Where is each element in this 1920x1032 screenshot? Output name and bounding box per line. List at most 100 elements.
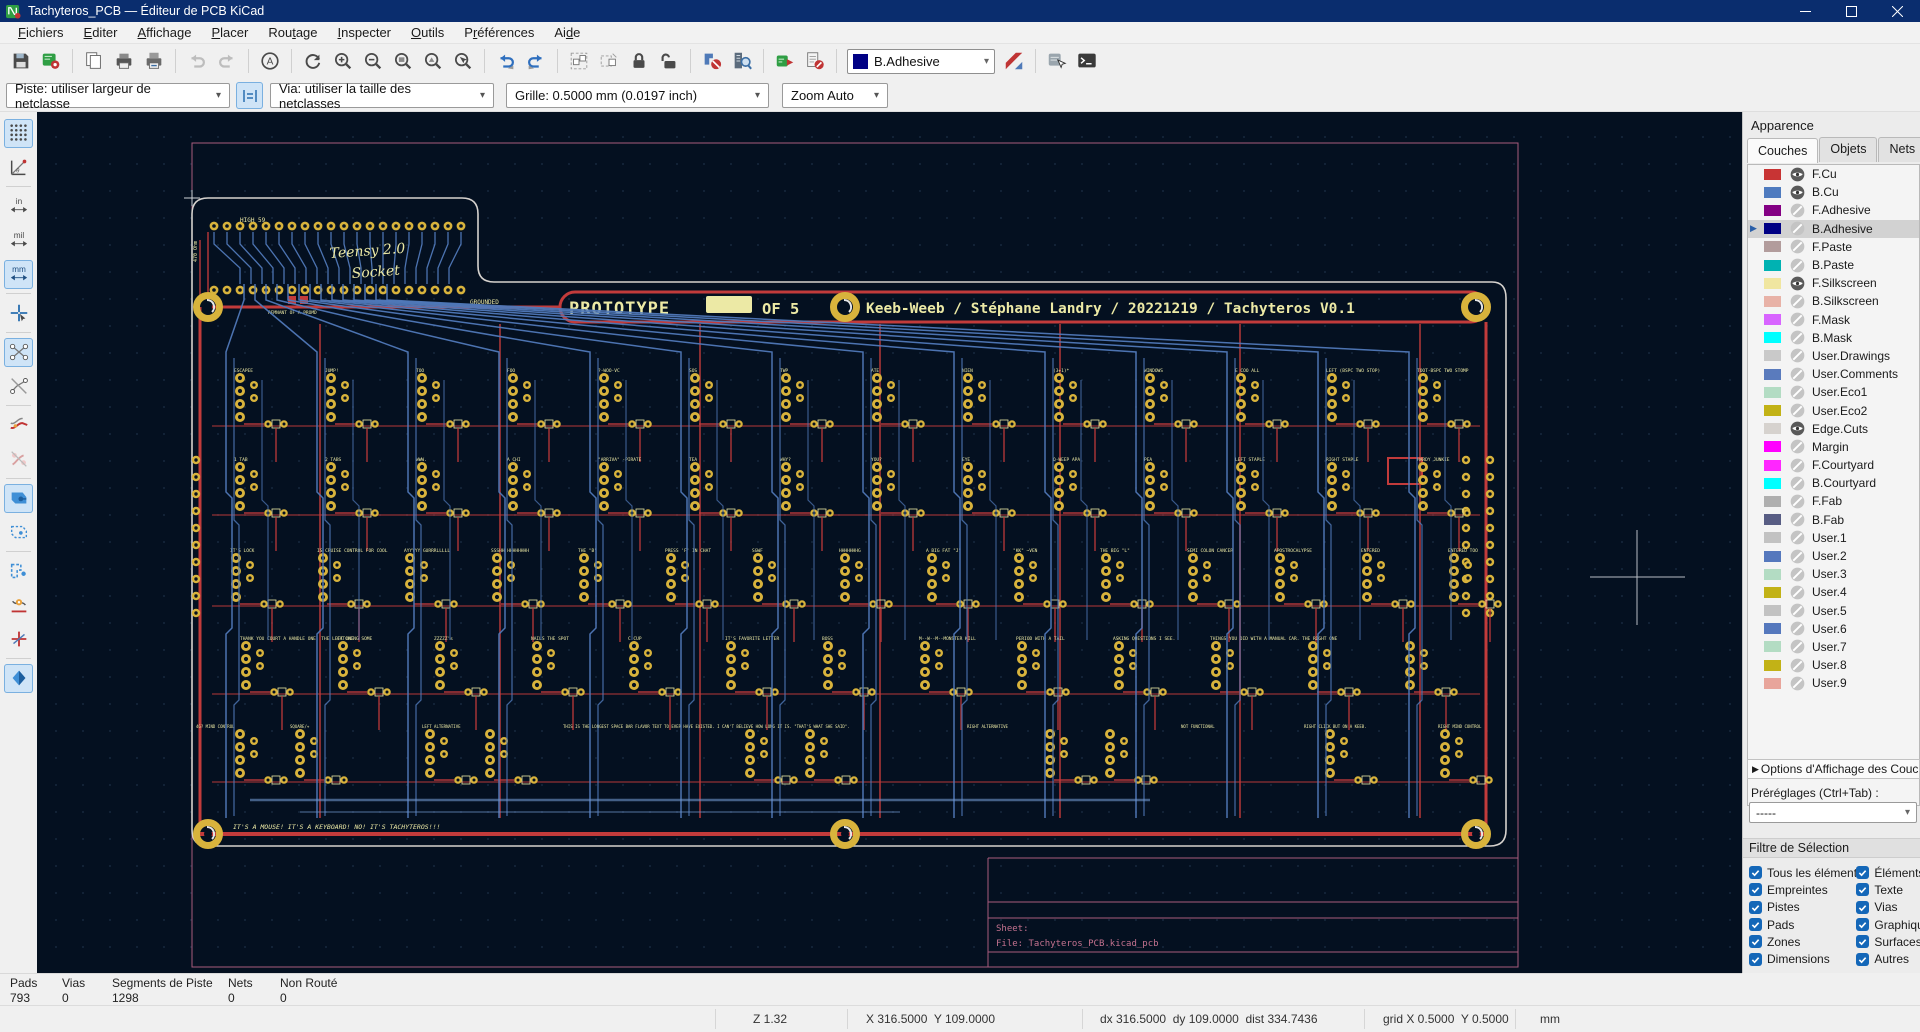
layer-color-swatch[interactable] (1764, 587, 1781, 598)
filter-zones[interactable]: Zones (1743, 935, 1856, 949)
layer-row-b-mask[interactable]: B.Mask (1748, 329, 1919, 347)
layer-color-swatch[interactable] (1764, 332, 1781, 343)
tab-objets[interactable]: Objets (1819, 137, 1877, 162)
visibility-hidden-icon[interactable] (1790, 530, 1805, 545)
group-button[interactable] (565, 47, 593, 75)
zone-outline-toggle[interactable] (4, 518, 33, 547)
layer-row-user-8[interactable]: User.8 (1748, 656, 1919, 674)
visibility-hidden-icon[interactable] (1790, 348, 1805, 363)
active-layer-selector[interactable]: B.Adhesive ▾ (847, 49, 995, 74)
units-inches-toggle[interactable]: in (4, 192, 33, 221)
layer-color-swatch[interactable] (1764, 605, 1781, 616)
visibility-hidden-icon[interactable] (1790, 239, 1805, 254)
units-mm-toggle[interactable]: mm (4, 260, 33, 289)
zoom-dropdown[interactable]: Zoom Auto▾ (782, 83, 888, 108)
visibility-hidden-icon[interactable] (1790, 458, 1805, 473)
console-button[interactable] (1073, 47, 1101, 75)
page-settings-button[interactable] (80, 47, 108, 75)
layer-row-f-paste[interactable]: F.Paste (1748, 238, 1919, 256)
layer-row-margin[interactable]: Margin (1748, 438, 1919, 456)
layer-color-swatch[interactable] (1764, 551, 1781, 562)
menu-outils[interactable]: Outils (401, 23, 454, 42)
plugin-button[interactable] (1043, 47, 1071, 75)
visibility-hidden-icon[interactable] (1790, 312, 1805, 327)
menu-fichiers[interactable]: Fichiers (8, 23, 74, 42)
layer-color-swatch[interactable] (1764, 514, 1781, 525)
zoom-objects-button[interactable] (419, 47, 447, 75)
high-contrast-toggle[interactable] (4, 664, 33, 693)
layer-row-b-adhesive[interactable]: ▶ B.Adhesive (1748, 220, 1919, 238)
minimize-button[interactable] (1782, 0, 1828, 22)
menu-routage[interactable]: Routage (258, 23, 327, 42)
print-button[interactable] (110, 47, 138, 75)
plot-button[interactable] (140, 47, 168, 75)
visibility-hidden-icon[interactable] (1790, 585, 1805, 600)
zoom-in-button[interactable] (329, 47, 357, 75)
zoom-out-button[interactable] (359, 47, 387, 75)
layer-row-b-fab[interactable]: B.Fab (1748, 511, 1919, 529)
layer-color-swatch[interactable] (1764, 532, 1781, 543)
zoom-fit-button[interactable] (389, 47, 417, 75)
filter-tous-les--l-ments[interactable]: Tous les éléments (1743, 866, 1856, 880)
visibility-hidden-icon[interactable] (1790, 367, 1805, 382)
visibility-eye-icon[interactable] (1790, 276, 1805, 291)
undo-button[interactable] (492, 47, 520, 75)
menu-editer[interactable]: Editer (74, 23, 128, 42)
via-size-dropdown[interactable]: Via: utiliser la taille des netclasses▾ (270, 83, 494, 108)
drc-button[interactable] (801, 47, 829, 75)
grid-dropdown[interactable]: Grille: 0.5000 mm (0.0197 inch)▾ (506, 83, 769, 108)
filter-empreintes[interactable]: Empreintes (1743, 883, 1856, 897)
menu-inspecter[interactable]: Inspecter (328, 23, 402, 42)
layer-row-user-3[interactable]: User.3 (1748, 565, 1919, 583)
layer-color-swatch[interactable] (1764, 350, 1781, 361)
layer-row-user-drawings[interactable]: User.Drawings (1748, 347, 1919, 365)
visibility-eye-icon[interactable] (1790, 185, 1805, 200)
layer-row-f-fab[interactable]: F.Fab (1748, 492, 1919, 510)
layer-row-f-mask[interactable]: F.Mask (1748, 311, 1919, 329)
layer-row-f-adhesive[interactable]: F.Adhesive (1748, 201, 1919, 219)
layer-row-b-courtyard[interactable]: B.Courtyard (1748, 474, 1919, 492)
layer-presentation-button[interactable] (1000, 47, 1028, 75)
layer-row-user-9[interactable]: User.9 (1748, 674, 1919, 692)
maximize-button[interactable] (1828, 0, 1874, 22)
visibility-hidden-icon[interactable] (1790, 512, 1805, 527)
layer-color-swatch[interactable] (1764, 423, 1781, 434)
footprint-editor-button[interactable] (698, 47, 726, 75)
layer-color-swatch[interactable] (1764, 296, 1781, 307)
layer-color-swatch[interactable] (1764, 496, 1781, 507)
layer-color-swatch[interactable] (1764, 278, 1781, 289)
save-button[interactable] (7, 47, 35, 75)
filter-graphiques[interactable]: Graphiques (1856, 918, 1920, 932)
units-mils-toggle[interactable]: mil (4, 226, 33, 255)
layer-row-user-6[interactable]: User.6 (1748, 620, 1919, 638)
sketch-pads-toggle[interactable] (4, 445, 33, 474)
visibility-hidden-icon[interactable] (1790, 639, 1805, 654)
visibility-eye-icon[interactable] (1790, 167, 1805, 182)
zoom-auto-button[interactable]: A (256, 47, 284, 75)
filter-texte[interactable]: Texte (1856, 883, 1920, 897)
visibility-hidden-icon[interactable] (1790, 658, 1805, 673)
filter-pistes[interactable]: Pistes (1743, 900, 1856, 914)
layer-row-user-7[interactable]: User.7 (1748, 638, 1919, 656)
layer-row-user-eco1[interactable]: User.Eco1 (1748, 383, 1919, 401)
visibility-hidden-icon[interactable] (1790, 403, 1805, 418)
visibility-hidden-icon[interactable] (1790, 221, 1805, 236)
layer-color-swatch[interactable] (1764, 641, 1781, 652)
layer-color-swatch[interactable] (1764, 405, 1781, 416)
visibility-hidden-icon[interactable] (1790, 603, 1805, 618)
show-ratsnest-toggle[interactable] (4, 338, 33, 367)
visibility-hidden-icon[interactable] (1790, 258, 1805, 273)
lock-button[interactable] (625, 47, 653, 75)
layer-color-swatch[interactable] (1764, 369, 1781, 380)
layer-color-swatch[interactable] (1764, 169, 1781, 180)
layer-row-user-2[interactable]: User.2 (1748, 547, 1919, 565)
layer-color-swatch[interactable] (1764, 223, 1781, 234)
filter-vias[interactable]: Vias (1856, 900, 1920, 914)
menu-prfrences[interactable]: Préférences (454, 23, 544, 42)
net-inspector-toggle[interactable] (4, 625, 33, 654)
tab-couches[interactable]: Couches (1747, 138, 1818, 163)
layer-row-user-5[interactable]: User.5 (1748, 602, 1919, 620)
footprint-browser-button[interactable] (728, 47, 756, 75)
grid-dots-toggle[interactable] (4, 119, 33, 148)
sketch-tracks-toggle[interactable] (4, 411, 33, 440)
